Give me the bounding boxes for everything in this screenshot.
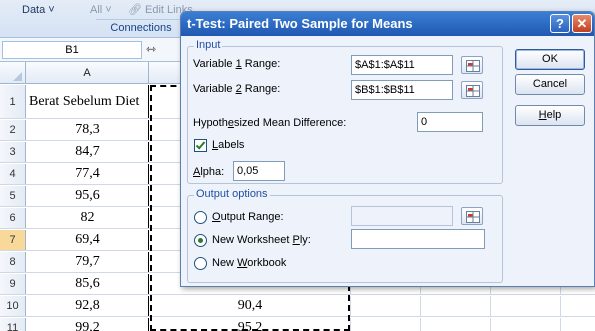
- cell-a[interactable]: 78,3: [27, 120, 149, 140]
- gridline: [560, 296, 561, 316]
- cell-a[interactable]: 92,8: [27, 296, 149, 316]
- output-range-label: Output Range:: [212, 211, 284, 223]
- cell-a[interactable]: 84,7: [27, 142, 149, 162]
- connections-group-label: Connections: [96, 19, 186, 36]
- dialog-titlebar[interactable]: t-Test: Paired Two Sample for Means ? ✕: [181, 12, 594, 36]
- cell-a[interactable]: Berat Sebelum Diet: [27, 85, 149, 118]
- ok-button[interactable]: OK: [515, 49, 585, 70]
- labels-checkbox[interactable]: [194, 139, 207, 152]
- dialog-title: t-Test: Paired Two Sample for Means: [187, 16, 413, 31]
- table-row: 10 92,8 90,4: [0, 296, 595, 317]
- titlebar-help-button[interactable]: ?: [550, 14, 570, 33]
- hypothesized-mean-diff-label: Hypothesized Mean Difference:: [193, 117, 347, 129]
- new-workbook-radio[interactable]: [194, 257, 207, 270]
- var2-collapse-button[interactable]: [461, 81, 483, 99]
- cell-a[interactable]: 95,6: [27, 186, 149, 206]
- alpha-input[interactable]: 0,05: [233, 161, 285, 181]
- name-box[interactable]: B1: [2, 41, 142, 59]
- cell-a[interactable]: 99,2: [27, 318, 149, 331]
- var2-label: Variable 2 Range:: [193, 83, 281, 95]
- cell-b[interactable]: 95,2: [150, 318, 350, 331]
- titlebar-close-button[interactable]: ✕: [572, 14, 592, 33]
- data-menu[interactable]: Data ˅: [22, 2, 55, 18]
- checkmark-icon: [195, 141, 206, 150]
- help-button[interactable]: Help: [515, 105, 585, 126]
- output-range-radio[interactable]: [194, 211, 207, 224]
- var1-collapse-button[interactable]: [461, 56, 483, 74]
- cell-a[interactable]: 77,4: [27, 164, 149, 184]
- gridline: [490, 318, 491, 331]
- row-header[interactable]: 9: [0, 274, 26, 294]
- cell-a[interactable]: 82: [27, 208, 149, 228]
- new-workbook-label: New Workbook: [212, 257, 287, 269]
- new-worksheet-ply-label: New Worksheet Ply:: [212, 234, 311, 246]
- alpha-label: Alpha:: [193, 166, 225, 178]
- hypothesized-mean-diff-input[interactable]: 0: [417, 112, 483, 132]
- row-header[interactable]: 11: [0, 318, 26, 331]
- input-group-label: Input: [194, 39, 223, 51]
- range-select-icon: [466, 85, 480, 97]
- labels-label: Labels: [212, 139, 245, 151]
- cell-a[interactable]: 85,6: [27, 274, 149, 294]
- new-worksheet-ply-radio[interactable]: [194, 234, 207, 247]
- select-all-corner[interactable]: [0, 62, 26, 84]
- row-header[interactable]: 10: [0, 296, 26, 316]
- cell-a[interactable]: 69,4: [27, 230, 149, 250]
- row-header[interactable]: 4: [0, 164, 26, 184]
- gridline: [560, 318, 561, 331]
- output-range-input[interactable]: [351, 206, 453, 226]
- column-header-a[interactable]: A: [26, 62, 149, 84]
- row-header[interactable]: 1: [0, 85, 26, 118]
- output-options-label: Output options: [194, 188, 270, 200]
- column-resize-icon: ⇿: [146, 42, 157, 56]
- range-select-icon: [466, 60, 480, 72]
- ttest-dialog: t-Test: Paired Two Sample for Means ? ✕ …: [180, 11, 595, 287]
- range-select-icon: [466, 211, 480, 223]
- all-menu[interactable]: All ˅: [90, 2, 112, 18]
- row-header[interactable]: 3: [0, 142, 26, 162]
- var1-range-input[interactable]: $A$1:$A$11: [351, 55, 453, 75]
- cancel-button[interactable]: Cancel: [515, 74, 585, 95]
- table-row: 11 99,2 95,2: [0, 318, 595, 331]
- chain-icon: 🔗︎: [128, 4, 142, 16]
- gridline: [490, 296, 491, 316]
- output-range-collapse-button[interactable]: [461, 207, 483, 225]
- row-header[interactable]: 6: [0, 208, 26, 228]
- gridline: [350, 296, 351, 316]
- cell-a[interactable]: 79,7: [27, 252, 149, 272]
- var1-label: Variable 1 Range:: [193, 58, 281, 70]
- row-header[interactable]: 5: [0, 186, 26, 206]
- gridline: [420, 318, 421, 331]
- var2-range-input[interactable]: $B$1:$B$11: [351, 80, 453, 100]
- gridline: [420, 296, 421, 316]
- new-worksheet-ply-input[interactable]: [351, 229, 485, 249]
- row-header[interactable]: 2: [0, 120, 26, 140]
- gridline: [350, 318, 351, 331]
- row-header[interactable]: 8: [0, 252, 26, 272]
- row-header[interactable]: 7: [0, 230, 26, 250]
- cell-b[interactable]: 90,4: [150, 296, 350, 316]
